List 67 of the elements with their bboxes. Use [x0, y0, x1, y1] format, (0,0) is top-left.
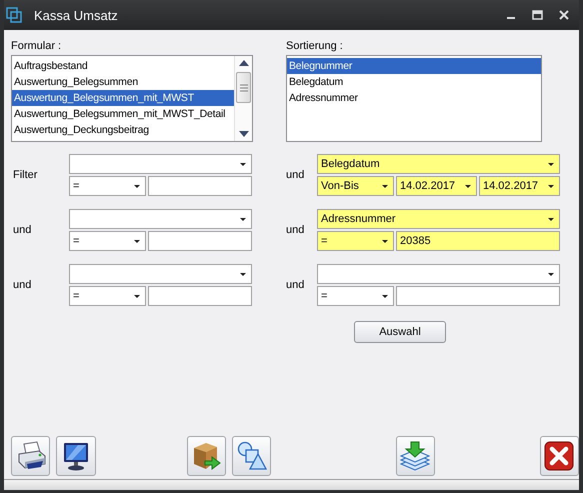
filter-label: und [12, 279, 32, 291]
date-dropdown[interactable]: 14.02.2017 [479, 176, 560, 196]
scroll-thumb[interactable] [236, 72, 251, 103]
operator-dropdown[interactable]: = [69, 176, 146, 196]
list-item[interactable]: Belegdatum [287, 74, 541, 90]
field-dropdown[interactable] [69, 264, 252, 284]
shapes-button[interactable] [232, 436, 272, 476]
operator-dropdown[interactable]: = [317, 286, 394, 306]
field-dropdown[interactable] [317, 264, 560, 284]
shapes-icon [236, 440, 268, 472]
caret-icon [240, 218, 246, 220]
formular-listbox[interactable]: Auftragsbestand Auswertung_Belegsummen Auswertung_Belegsummen_mit_MWST Auswertung_Belegsummen_mit_MWST_Detail Auswertung_Deckungsbeitrag [11, 55, 253, 142]
list-item[interactable]: Auswertung_Belegsummen [12, 74, 234, 90]
input-field[interactable] [148, 176, 252, 196]
caret-icon [548, 184, 554, 188]
export-button[interactable] [186, 436, 226, 476]
caret-icon [548, 162, 554, 166]
formular-label: Formular : [11, 40, 62, 54]
input-field[interactable] [148, 231, 252, 251]
list-item[interactable]: Auftragsbestand [12, 58, 234, 74]
caret-icon [134, 240, 140, 242]
layers-download-icon [399, 440, 432, 472]
monitor-button[interactable] [56, 436, 96, 476]
close-icon[interactable] [559, 10, 569, 20]
caret-icon [382, 294, 388, 298]
caret-icon [240, 162, 246, 166]
filter-label: Filter [12, 169, 38, 181]
input-field[interactable]: 20385 [396, 231, 560, 251]
sortierung-label: Sortierung : [286, 40, 344, 54]
sortierung-listbox[interactable]: Belegnummer Belegdatum Adressnummer [286, 55, 542, 142]
close-icon [543, 440, 576, 472]
windows-icon [6, 7, 22, 23]
filter-label: und [12, 224, 32, 236]
list-item[interactable]: Adressnummer [287, 90, 541, 106]
caret-icon [382, 240, 388, 242]
caret-icon [382, 184, 388, 188]
filter-label: und [286, 224, 306, 236]
list-item[interactable]: Auswertung_Belegsummen_mit_MWST_Detail [12, 106, 234, 122]
close-button[interactable] [540, 436, 579, 476]
list-item[interactable]: Auswertung_Deckungsbeitrag [12, 122, 234, 138]
field-dropdown[interactable]: Belegdatum [317, 154, 560, 174]
field-dropdown[interactable] [69, 209, 252, 229]
field-dropdown[interactable] [69, 154, 252, 174]
scrollbar[interactable] [234, 56, 252, 141]
filter-label: und [286, 169, 306, 181]
caret-icon [134, 294, 140, 298]
list-item[interactable]: Belegnummer [287, 58, 541, 74]
filter-label: und [286, 279, 306, 291]
input-field[interactable] [396, 286, 560, 306]
maximize-icon[interactable] [532, 10, 543, 20]
caret-icon [240, 272, 246, 276]
window-title: Kassa Umsatz [34, 8, 118, 22]
operator-dropdown[interactable]: = [69, 286, 146, 306]
list-item[interactable]: Auswertung_Belegsummen_mit_MWST [12, 90, 234, 106]
import-button[interactable] [396, 436, 436, 476]
caret-icon [134, 184, 140, 188]
field-dropdown[interactable]: Adressnummer [317, 209, 560, 229]
caret-icon [465, 184, 471, 188]
date-dropdown[interactable]: 14.02.2017 [396, 176, 477, 196]
caret-icon [548, 218, 554, 220]
caret-icon [548, 272, 554, 276]
operator-dropdown[interactable]: Von-Bis [317, 176, 394, 196]
operator-dropdown[interactable]: = [317, 231, 394, 251]
input-field[interactable] [148, 286, 252, 306]
auswahl-button[interactable]: Auswahl [354, 321, 446, 343]
operator-dropdown[interactable]: = [69, 231, 146, 251]
print-button[interactable] [11, 436, 50, 476]
